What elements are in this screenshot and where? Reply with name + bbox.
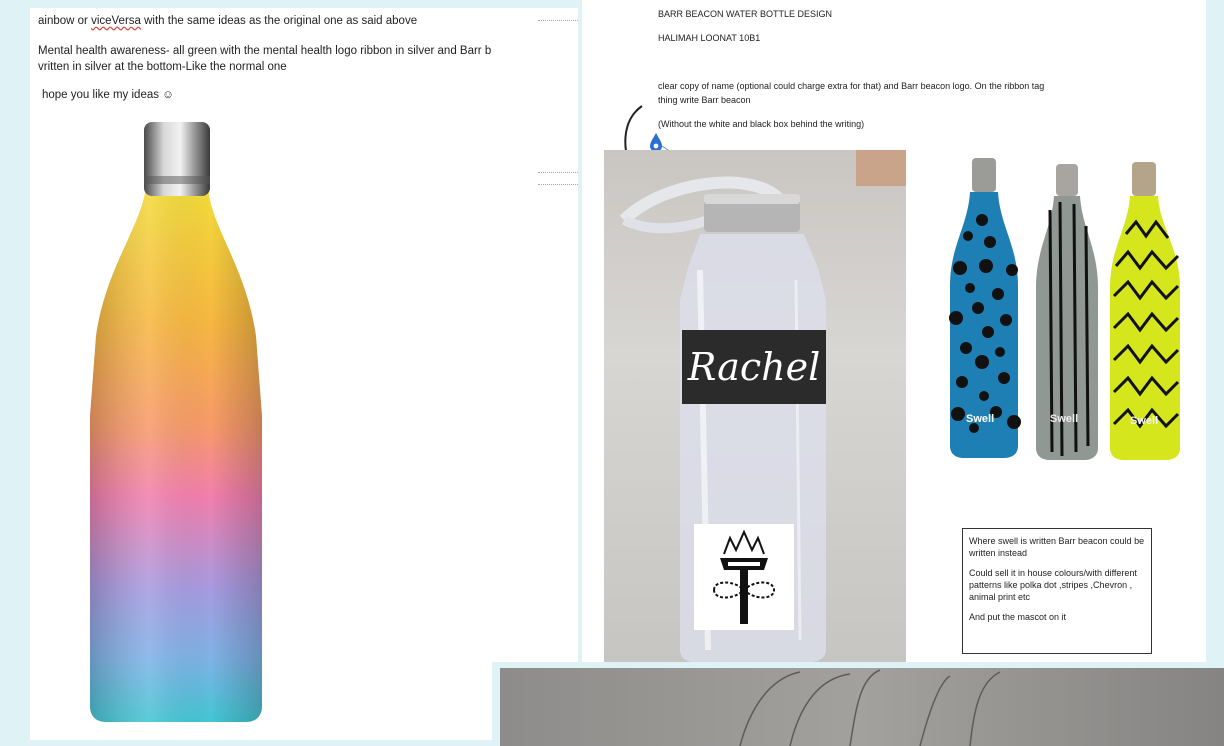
document-title: BARR BEACON WATER BOTTLE DESIGN [658,9,833,19]
torch-logo-icon [712,529,776,624]
name-label-box: Rachel [682,330,826,404]
document-page-right: BARR BEACON WATER BOTTLE DESIGN HALIMAH … [582,0,1206,662]
text-line-written-silver: vritten in silver at the bottom-Like the… [38,61,287,73]
text-line-rainbow: ainbow or viceVersa with the same ideas … [38,14,417,28]
swell-logo-grey: Swell [1050,413,1078,425]
sketch-photo-overlay[interactable] [500,668,1224,746]
misspelled-word[interactable]: viceVersa [91,15,141,27]
text-line-mental-health: Mental health awareness- all green with … [38,45,492,57]
description-line-1: clear copy of name (optional could charg… [658,81,1045,91]
sketch-lines-graphic [500,668,1224,746]
bottle-name-text: Rachel [687,345,821,389]
note-paragraph-swell: Where swell is written Barr beacon could… [969,536,1145,558]
swell-logo-blue: Swell [966,413,994,425]
glass-bottle-photo: Rachel [604,150,906,662]
note-paragraph-colours: Could sell it in house colours/with diff… [969,568,1137,602]
swell-logo-lime: Swell [1130,415,1158,427]
text-line-hope: hope you like my ideas ☺ [42,89,174,101]
school-logo-box [694,524,794,630]
author-line: HALIMAH LOONAT 10B1 [658,33,761,43]
page-gap-marker [538,20,578,21]
page-gap-marker [538,184,578,185]
page-gap-marker [538,172,578,173]
note-paragraph-mascot: And put the mascot on it [969,612,1067,622]
note-text-box[interactable]: Where swell is written Barr beacon could… [962,528,1152,654]
text-fragment: ainbow or [38,15,92,27]
document-page-left: ainbow or viceVersa with the same ideas … [30,8,578,740]
gradient-bottle-image [90,122,262,722]
text-fragment: with the same ideas as the original one … [140,15,418,27]
patterned-bottles-image: Swell Swell Swell [949,158,1180,460]
